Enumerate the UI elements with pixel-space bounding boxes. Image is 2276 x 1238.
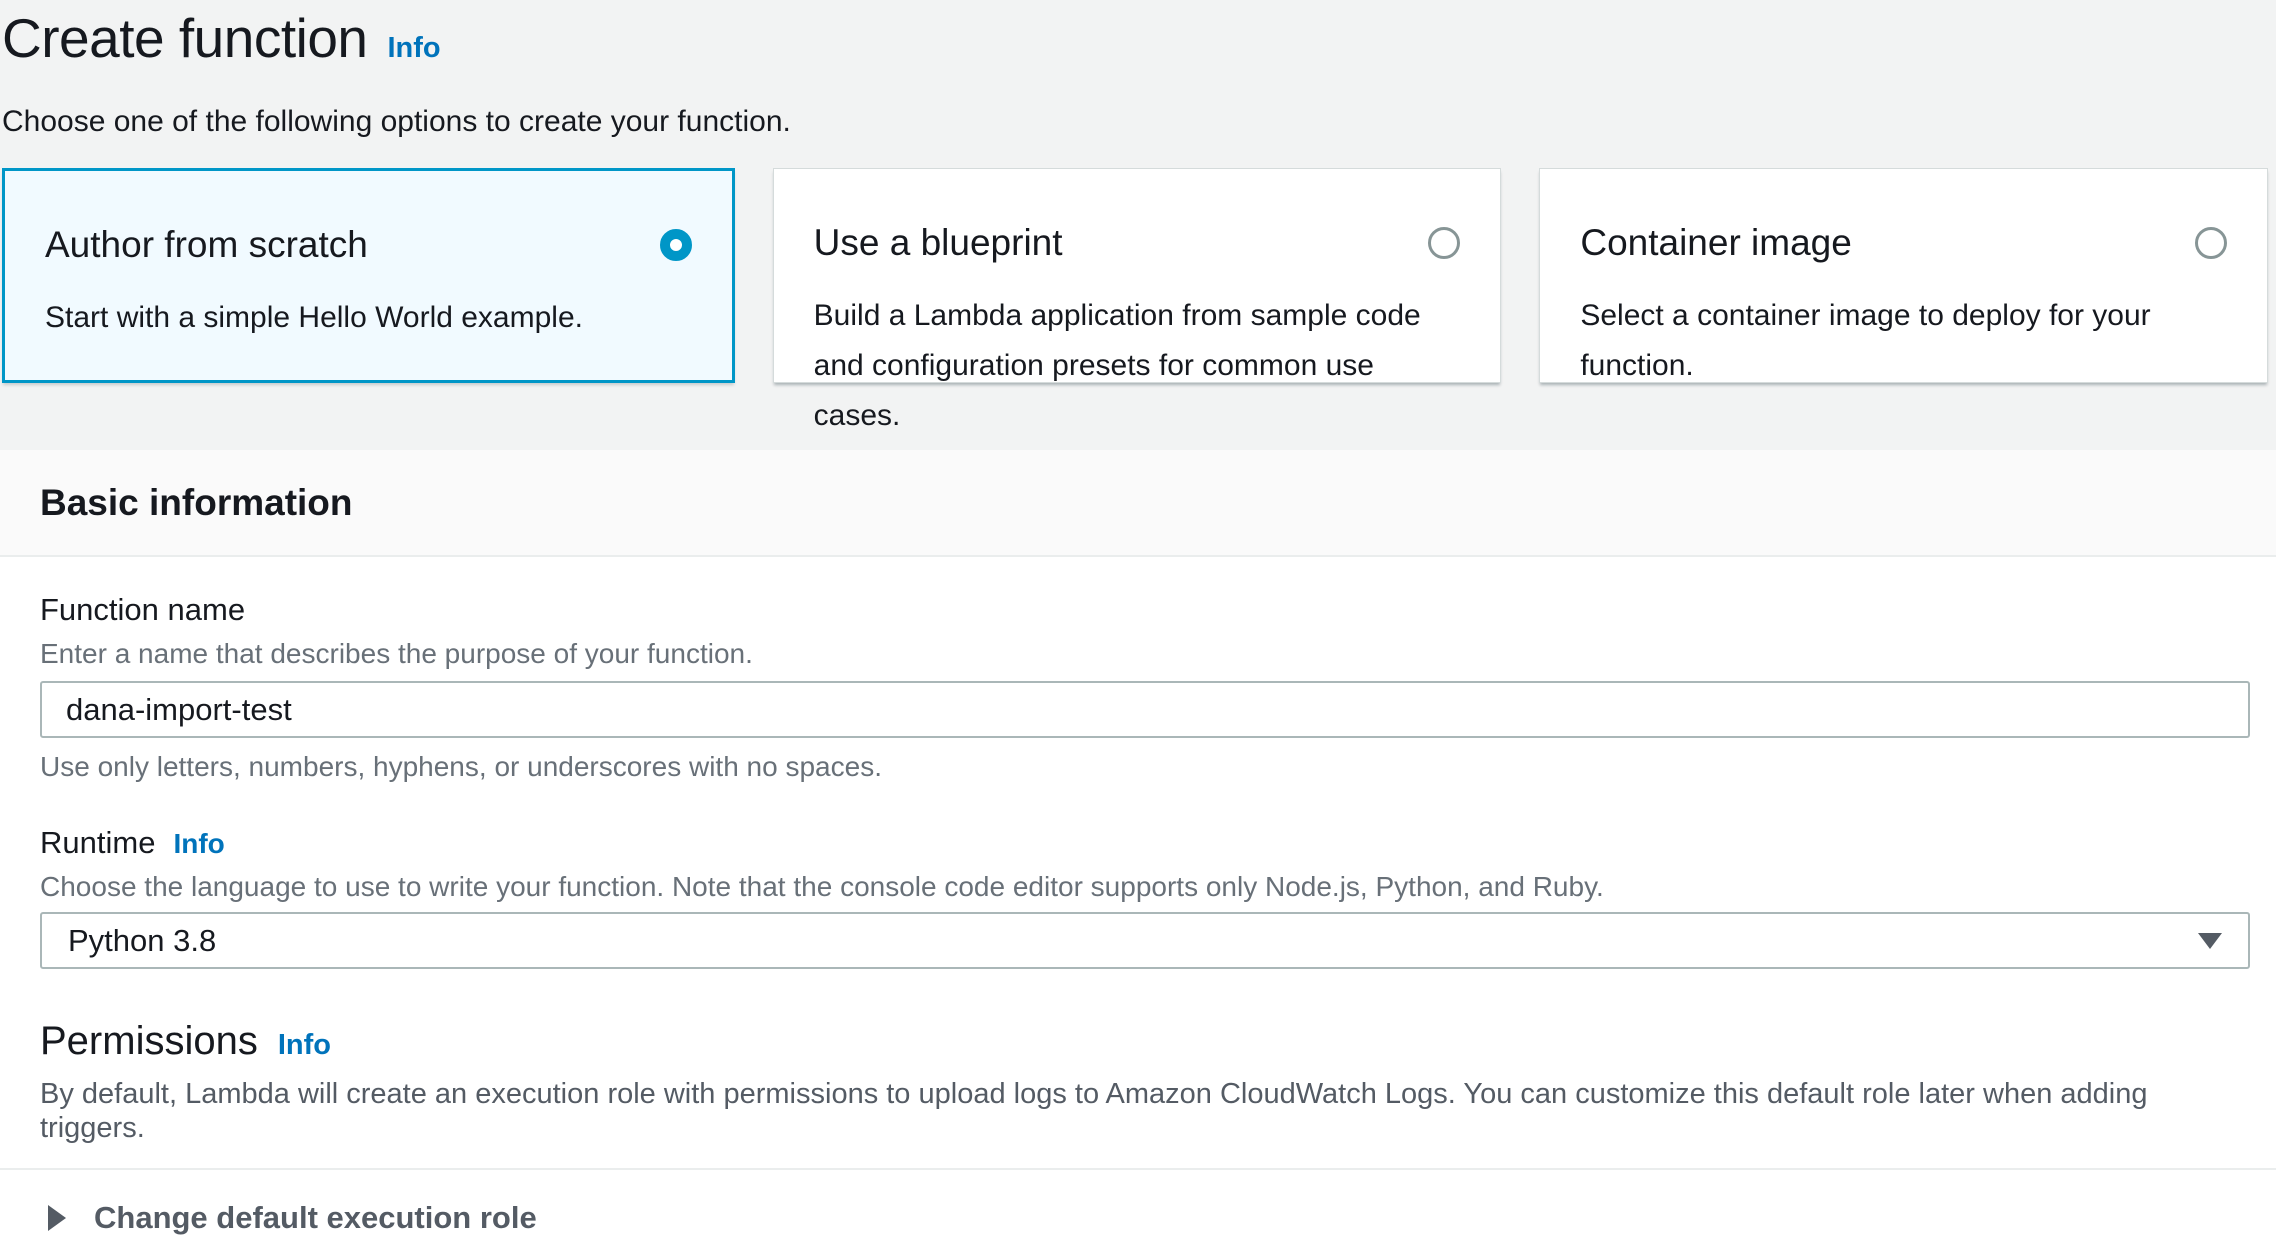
radio-container-image[interactable] bbox=[2195, 227, 2227, 259]
page-title-info-link[interactable]: Info bbox=[388, 32, 441, 65]
tile-use-a-blueprint[interactable]: Use a blueprint Build a Lambda applicati… bbox=[773, 168, 1502, 383]
runtime-select[interactable]: Python 3.8 bbox=[40, 912, 2250, 969]
tile-description: Select a container image to deploy for y… bbox=[1580, 291, 2227, 391]
tile-author-from-scratch[interactable]: Author from scratch Start with a simple … bbox=[2, 168, 735, 383]
basic-information-heading: Basic information bbox=[40, 482, 353, 524]
permissions-heading: Permissions bbox=[40, 1017, 258, 1065]
function-name-label: Function name bbox=[40, 591, 2250, 629]
page-header: Create function Info Choose one of the f… bbox=[0, 0, 2276, 140]
permissions-info-link[interactable]: Info bbox=[278, 1029, 331, 1062]
change-default-execution-role-expander[interactable]: Change default execution role bbox=[0, 1168, 2276, 1238]
function-name-constraint: Use only letters, numbers, hyphens, or u… bbox=[40, 750, 2250, 784]
basic-information-header: Basic information bbox=[0, 450, 2276, 557]
tile-title: Author from scratch bbox=[45, 223, 368, 267]
runtime-selected-value: Python 3.8 bbox=[68, 923, 216, 959]
tile-container-image[interactable]: Container image Select a container image… bbox=[1539, 168, 2268, 383]
page-subtitle: Choose one of the following options to c… bbox=[2, 104, 2276, 140]
permissions-description: By default, Lambda will create an execut… bbox=[40, 1077, 2250, 1145]
runtime-info-link[interactable]: Info bbox=[173, 828, 224, 860]
tile-description: Build a Lambda application from sample c… bbox=[814, 291, 1461, 441]
radio-use-a-blueprint[interactable] bbox=[1428, 227, 1460, 259]
creation-option-tiles: Author from scratch Start with a simple … bbox=[2, 168, 2268, 383]
radio-author-from-scratch[interactable] bbox=[660, 229, 692, 261]
chevron-down-icon bbox=[2198, 933, 2222, 949]
page-title: Create function bbox=[2, 8, 368, 68]
basic-information-section: Basic information Function name Enter a … bbox=[0, 450, 2276, 1238]
runtime-label: Runtime bbox=[40, 824, 155, 862]
caret-right-icon bbox=[48, 1205, 66, 1231]
function-name-description: Enter a name that describes the purpose … bbox=[40, 637, 2250, 671]
tile-description: Start with a simple Hello World example. bbox=[45, 293, 692, 343]
tile-title: Use a blueprint bbox=[814, 221, 1063, 265]
runtime-description: Choose the language to use to write your… bbox=[40, 870, 2250, 904]
tile-title: Container image bbox=[1580, 221, 1851, 265]
function-name-input[interactable] bbox=[40, 681, 2250, 738]
basic-information-body: Function name Enter a name that describe… bbox=[0, 557, 2276, 1168]
change-default-execution-role-label: Change default execution role bbox=[94, 1200, 537, 1236]
